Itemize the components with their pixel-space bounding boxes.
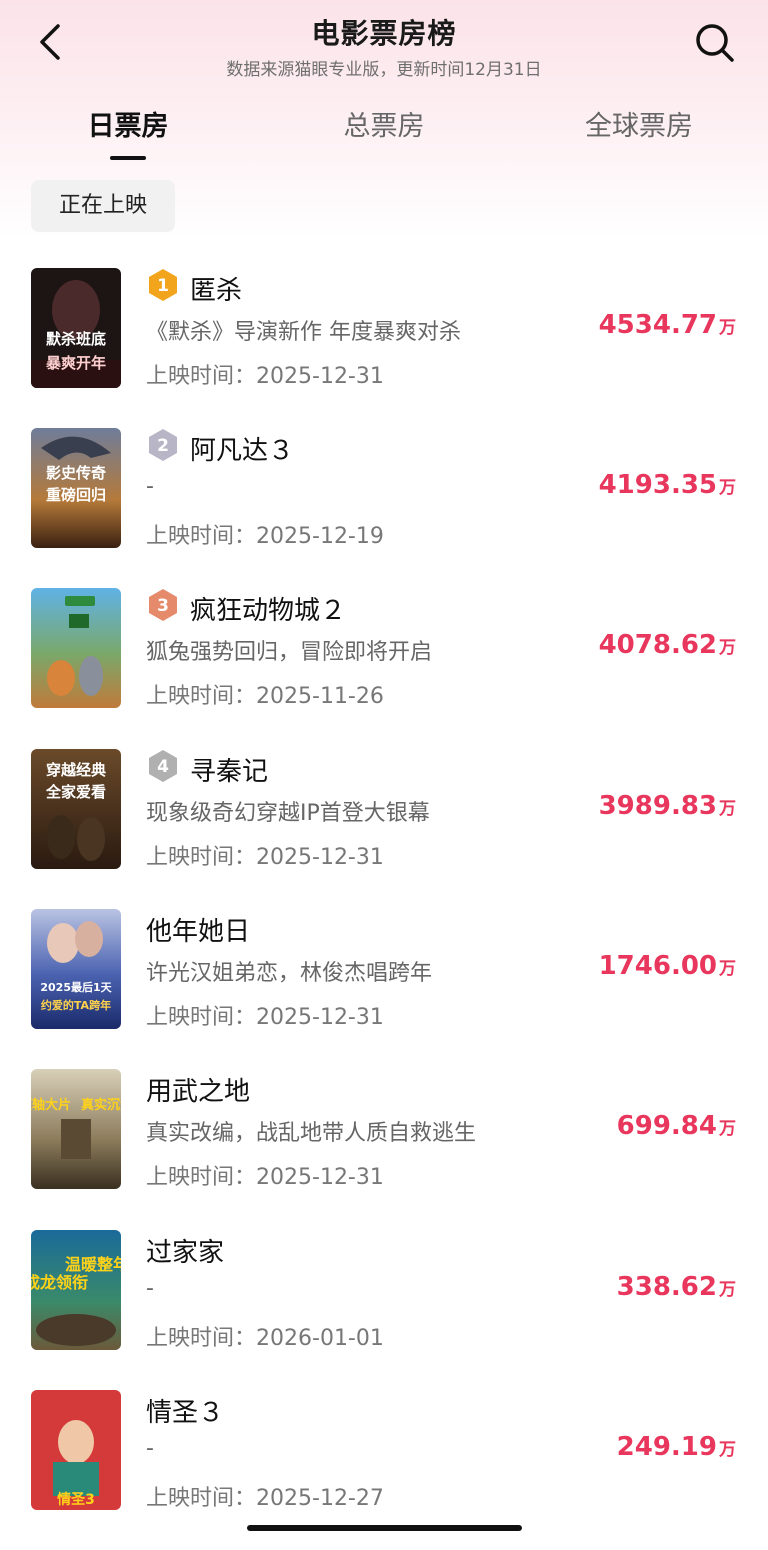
tab-total-box-office[interactable]: 总票房 (264, 104, 504, 143)
movie-title: 疯狂动物城２ (190, 596, 347, 626)
movie-poster[interactable]: 默杀班底 暴爽开年 (31, 268, 121, 388)
box-office-value: 1746.00 万 (598, 951, 736, 981)
box-office-value: 4534.77 万 (598, 310, 736, 340)
poster-tagline-1: 情圣3 (57, 1491, 95, 1508)
release-date: 上映时间：2026-01-01 (146, 1326, 384, 1351)
poster-tagline-1: 穿越经典 (46, 761, 106, 779)
movie-title: 他年她日 (146, 917, 251, 947)
tab-daily-box-office[interactable]: 日票房 (8, 104, 248, 143)
page-subtitle: 数据来源猫眼专业版，更新时间12月31日 (226, 60, 542, 80)
poster-tagline-2: 重磅回归 (46, 486, 106, 504)
active-tab-indicator (110, 156, 146, 160)
release-date: 上映时间：2025-12-31 (146, 845, 384, 870)
movie-poster[interactable]: 穿越经典 全家爱看 (31, 749, 121, 869)
release-date: 上映时间：2025-12-19 (146, 524, 384, 549)
rank-badge-bronze-icon: 3 (149, 589, 177, 621)
svg-text:3: 3 (157, 596, 169, 616)
box-office-value: 338.62 万 (616, 1272, 736, 1302)
poster-tagline-1: 影史传奇 (46, 464, 106, 482)
movie-description: 狐兔强势回归，冒险即将开启 (146, 640, 433, 665)
box-office-value: 4193.35 万 (598, 470, 736, 500)
poster-tagline-2: 真实沉浸 (81, 1097, 121, 1113)
poster-tagline-2: 全家爱看 (45, 783, 106, 801)
movie-title: 情圣３ (146, 1398, 225, 1428)
box-office-value: 699.84 万 (616, 1111, 736, 1141)
poster-tagline-1: 默杀班底 (46, 330, 106, 348)
movie-title: 过家家 (146, 1238, 225, 1268)
search-button[interactable] (690, 18, 738, 66)
svg-text:2: 2 (157, 436, 169, 456)
poster-tagline-2: 约爱的TA跨年 (41, 998, 111, 1012)
movie-description: - (146, 1276, 154, 1301)
movie-poster[interactable]: 压轴大片 真实沉浸 (31, 1069, 121, 1189)
poster-tagline-1: 成龙领衔 (31, 1273, 88, 1292)
movie-poster[interactable]: 情圣3 (31, 1390, 121, 1510)
poster-tagline-2: 温暖整年 (64, 1255, 121, 1274)
movie-row[interactable]: 2025最后1天 约爱的TA跨年 他年她日 许光汉姐弟恋，林俊杰唱跨年 上映时间… (0, 909, 768, 1069)
box-office-value: 249.19 万 (616, 1432, 736, 1462)
release-date: 上映时间：2025-12-31 (146, 1005, 384, 1030)
movie-description: - (146, 1436, 154, 1461)
movie-title: 寻秦记 (190, 757, 269, 787)
movie-description: 许光汉姐弟恋，林俊杰唱跨年 (146, 961, 433, 986)
movie-row[interactable]: 3 疯狂动物城２ 狐兔强势回归，冒险即将开启 上映时间：2025-11-26 4… (0, 588, 768, 748)
svg-text:4: 4 (157, 757, 169, 777)
poster-tagline-1: 2025最后1天 (40, 980, 112, 994)
home-indicator (247, 1525, 522, 1531)
poster-tagline-2: 暴爽开年 (46, 354, 106, 372)
movie-title: 匿杀 (190, 276, 243, 306)
movie-poster[interactable] (31, 588, 121, 708)
rank-badge-silver-icon: 2 (149, 429, 177, 461)
box-office-value: 3989.83 万 (598, 791, 736, 821)
movie-poster[interactable]: 2025最后1天 约爱的TA跨年 (31, 909, 121, 1029)
movie-title: 阿凡达３ (190, 436, 295, 466)
release-date: 上映时间：2025-11-26 (146, 684, 384, 709)
movie-poster[interactable]: 成龙领衔 温暖整年 (31, 1230, 121, 1350)
rank-badge-gold-icon: 1 (149, 269, 177, 301)
page-title: 电影票房榜 (311, 17, 457, 50)
svg-text:1: 1 (157, 276, 169, 296)
movie-poster[interactable]: 影史传奇 重磅回归 (31, 428, 121, 548)
rank-badge-gray-icon: 4 (149, 750, 177, 782)
release-date: 上映时间：2025-12-31 (146, 364, 384, 389)
movie-description: 《默杀》导演新作 年度暴爽对杀 (146, 320, 461, 345)
release-date: 上映时间：2025-12-31 (146, 1165, 384, 1190)
box-office-value: 4078.62 万 (598, 630, 736, 660)
movie-row[interactable]: 默杀班底 暴爽开年 1 匿杀 《默杀》导演新作 年度暴爽对杀 上映时间：2025… (0, 268, 768, 428)
movie-row[interactable]: 影史传奇 重磅回归 2 阿凡达３ - 上映时间：2025-12-19 4193.… (0, 428, 768, 588)
now-showing-filter[interactable]: 正在上映 (31, 180, 175, 232)
release-date: 上映时间：2025-12-27 (146, 1486, 384, 1511)
tab-global-box-office[interactable]: 全球票房 (519, 104, 759, 143)
movie-row[interactable]: 穿越经典 全家爱看 4 寻秦记 现象级奇幻穿越IP首登大银幕 上映时间：2025… (0, 749, 768, 909)
movie-description: 真实改编，战乱地带人质自救逃生 (146, 1121, 477, 1146)
movie-title: 用武之地 (146, 1077, 251, 1107)
search-icon (696, 24, 734, 62)
movie-row[interactable]: 成龙领衔 温暖整年 过家家 - 上映时间：2026-01-01 338.62万 (0, 1230, 768, 1390)
poster-tagline-1: 压轴大片 (31, 1097, 71, 1113)
movie-description: - (146, 474, 154, 499)
movie-description: 现象级奇幻穿越IP首登大银幕 (146, 801, 430, 826)
movie-row[interactable]: 压轴大片 真实沉浸 用武之地 真实改编，战乱地带人质自救逃生 上映时间：2025… (0, 1069, 768, 1229)
